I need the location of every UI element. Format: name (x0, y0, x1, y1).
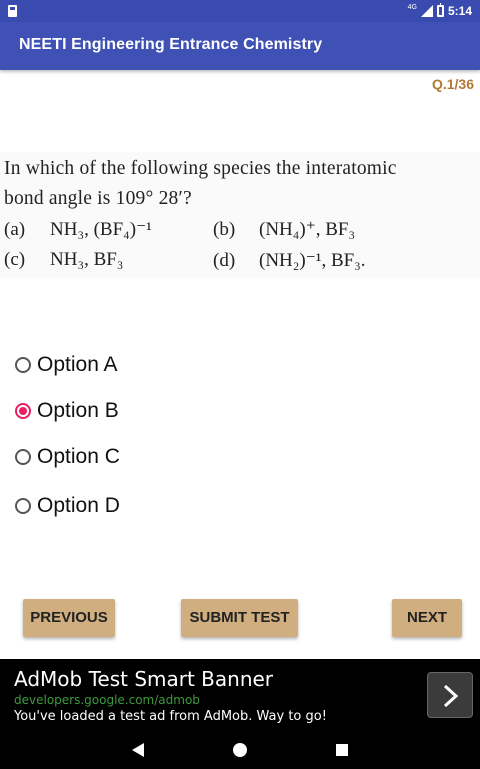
choice-tag: (b) (213, 219, 236, 240)
choice-text: (NH₄)⁺, BF₃ (259, 219, 356, 240)
network-type-label: 4G (407, 3, 417, 11)
status-time: 5:14 (447, 4, 472, 18)
choice-tag: (a) (4, 219, 26, 240)
option-c[interactable]: Option C (15, 442, 120, 472)
question-number: Q.1/36 (431, 76, 474, 92)
chevron-right-icon (443, 684, 459, 708)
choice-tag: (c) (4, 249, 26, 270)
signal-icon (420, 5, 433, 17)
choice-tag: (d) (213, 250, 236, 271)
question-image: In which of the following species the in… (0, 152, 480, 278)
previous-button[interactable]: PREVIOUS (23, 599, 115, 637)
battery-icon (436, 3, 444, 17)
question-text-line2: bond angle is 109° 28′? (4, 188, 192, 209)
choice-text: NH₃, (BF₄)⁻¹ (50, 219, 152, 240)
ad-body: You've loaded a test ad from AdMob. Way … (14, 709, 327, 724)
question-choice-d: (d) (NH₂)⁻¹, BF₃. (213, 249, 366, 272)
app-title: NEETI Engineering Entrance Chemistry (19, 36, 323, 53)
status-icons: 4G 5:14 (408, 3, 472, 19)
question-choice-b: (b) (NH₄)⁺, BF₃ (213, 218, 355, 241)
app-bar: NEETI Engineering Entrance Chemistry (0, 22, 480, 70)
radio-checked-icon[interactable] (15, 403, 31, 419)
radio-icon[interactable] (15, 449, 31, 465)
back-icon[interactable] (132, 743, 144, 757)
option-a[interactable]: Option A (15, 350, 118, 380)
ad-title: AdMob Test Smart Banner (14, 667, 274, 691)
ad-url[interactable]: developers.google.com/admob (14, 693, 200, 707)
option-d[interactable]: Option D (15, 491, 120, 521)
option-label: Option D (37, 494, 120, 517)
question-choice-c: (c) NH₃, BF₃ (4, 249, 123, 271)
ad-open-button[interactable] (427, 672, 473, 718)
next-button[interactable]: NEXT (392, 599, 462, 637)
submit-test-button[interactable]: SUBMIT TEST (181, 599, 298, 637)
choice-text: (NH₂)⁻¹, BF₃. (259, 250, 366, 271)
radio-icon[interactable] (15, 498, 31, 514)
choice-text: NH₃, BF₃ (50, 249, 124, 270)
sd-card-icon (8, 5, 17, 17)
ad-banner[interactable]: AdMob Test Smart Banner developers.googl… (0, 659, 480, 731)
option-label: Option A (37, 353, 118, 376)
option-b[interactable]: Option B (15, 396, 119, 426)
option-label: Option C (37, 445, 120, 468)
question-choice-a: (a) NH₃, (BF₄)⁻¹ (4, 218, 152, 241)
navigation-bar (0, 731, 480, 769)
home-icon[interactable] (233, 743, 247, 757)
option-label: Option B (37, 399, 119, 422)
question-text-line1: In which of the following species the in… (4, 158, 397, 179)
status-bar: 4G 5:14 (0, 0, 480, 22)
recent-apps-icon[interactable] (336, 744, 348, 756)
radio-icon[interactable] (15, 357, 31, 373)
